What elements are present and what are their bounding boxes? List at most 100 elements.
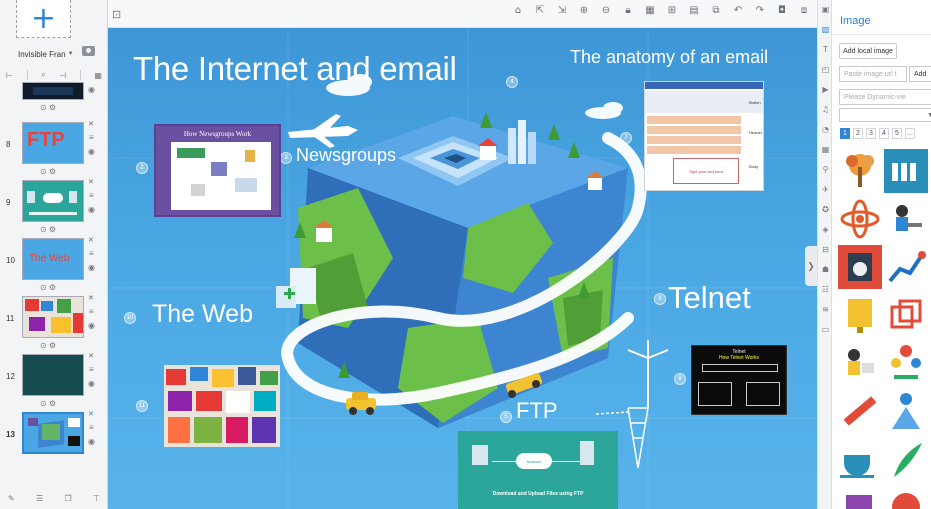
- gallery-item-dollar[interactable]: [884, 485, 928, 509]
- music-icon[interactable]: ♫: [818, 100, 833, 120]
- web-label[interactable]: The Web: [152, 300, 253, 329]
- eye-icon[interactable]: ◉: [88, 379, 95, 388]
- image-icon[interactable]: ▧: [818, 20, 833, 40]
- gallery-item-reader[interactable]: [838, 341, 882, 385]
- fit-view-icon[interactable]: ⊡: [112, 8, 121, 21]
- undo-icon[interactable]: ↶: [731, 5, 745, 16]
- menu-icon[interactable]: ≡: [89, 133, 94, 142]
- grid-icon[interactable]: ▦: [94, 71, 102, 80]
- camera-icon[interactable]: [82, 46, 95, 56]
- gallery-item-gift[interactable]: [838, 485, 882, 509]
- clothing-icon[interactable]: ☗: [818, 260, 833, 280]
- gallery-item-books[interactable]: [884, 149, 928, 193]
- frame-type-select[interactable]: Invisible Fran ▼: [18, 47, 76, 61]
- anatomy-title[interactable]: The anatomy of an email: [570, 47, 768, 68]
- pin-icon[interactable]: ⊤: [93, 494, 100, 506]
- next-path-icon[interactable]: ⇲: [555, 5, 569, 16]
- page-button[interactable]: ...: [905, 128, 915, 139]
- link-icon[interactable]: ⚲: [818, 160, 833, 180]
- path-marker[interactable]: 5: [500, 411, 512, 423]
- table-icon[interactable]: ▦: [818, 140, 833, 160]
- category-select[interactable]: ▼: [839, 108, 931, 122]
- lock-icon[interactable]: 🔒︎: [621, 5, 635, 16]
- add-slide-button[interactable]: +: [16, 0, 71, 38]
- close-icon[interactable]: ✕: [88, 352, 94, 360]
- align-right-icon[interactable]: ⊣: [59, 71, 66, 80]
- menu-icon[interactable]: ≡: [89, 423, 94, 432]
- slide-controls[interactable]: ⊙ ⚙: [40, 167, 56, 176]
- text-icon[interactable]: T: [818, 40, 833, 60]
- gallery-item-growth-chart[interactable]: [884, 245, 928, 289]
- fullscreen-icon[interactable]: ⧈: [797, 5, 811, 16]
- search-icon[interactable]: ⌕: [41, 70, 45, 80]
- copy-icon[interactable]: ❐: [65, 494, 72, 506]
- slide-controls[interactable]: ⊙ ⚙: [40, 225, 56, 234]
- gallery-item-cube-outline[interactable]: [884, 293, 928, 337]
- gallery-item-person-blue[interactable]: [884, 389, 928, 433]
- eye-icon[interactable]: ◉: [88, 321, 95, 330]
- redo-icon[interactable]: ↷: [753, 5, 767, 16]
- eye-icon[interactable]: ◉: [88, 147, 95, 156]
- close-icon[interactable]: ✕: [88, 236, 94, 244]
- plane-icon[interactable]: ✈: [818, 180, 833, 200]
- image-search-input[interactable]: Please Dynamic-vie: [839, 89, 931, 105]
- slide-thumb-7[interactable]: ◉ ⊙ ⚙: [0, 82, 100, 112]
- gallery-item-people[interactable]: [884, 341, 928, 385]
- layer-icon[interactable]: ▤: [687, 5, 701, 16]
- chart-icon[interactable]: ◔: [818, 120, 833, 140]
- path-marker[interactable]: 11: [136, 400, 148, 412]
- add-local-image-button[interactable]: Add local image: [839, 43, 897, 59]
- newsgroups-image[interactable]: How Newsgroups Work: [154, 124, 281, 217]
- ftp-label[interactable]: FTP: [516, 398, 558, 424]
- edit-icon[interactable]: ✎: [8, 494, 15, 506]
- slide-thumb-8[interactable]: 8 FTP ✕ ≡ ◉ ⊙ ⚙: [0, 120, 100, 176]
- page-button[interactable]: 3: [866, 128, 876, 139]
- eye-icon[interactable]: ◉: [88, 263, 95, 272]
- screenshot-icon[interactable]: ◘: [775, 5, 789, 16]
- page-button[interactable]: 2: [853, 128, 863, 139]
- gallery-item-atom[interactable]: [838, 197, 882, 241]
- newsgroups-label[interactable]: Newsgroups: [296, 145, 396, 166]
- eye-icon[interactable]: ◉: [88, 205, 95, 214]
- page-button[interactable]: 5: [892, 128, 902, 139]
- path-marker[interactable]: 6: [654, 293, 666, 305]
- path-marker[interactable]: 7: [620, 132, 632, 144]
- align-icon[interactable]: ⊞: [665, 5, 679, 16]
- email-anatomy-image[interactable]: Type your text here Button Header Body: [644, 81, 764, 191]
- slide-controls[interactable]: ⊙ ⚙: [40, 103, 56, 112]
- sticker-icon[interactable]: ◈: [818, 220, 833, 240]
- ftp-diagram-image[interactable]: Network Download and Upload Files using …: [458, 431, 618, 509]
- list-icon[interactable]: ☰: [36, 494, 43, 506]
- zoom-in-icon[interactable]: ⊕: [577, 5, 591, 16]
- shape-icon[interactable]: ◰: [818, 60, 833, 80]
- menu-icon[interactable]: ≡: [89, 249, 94, 258]
- layers-icon[interactable]: ≋: [818, 300, 833, 320]
- close-icon[interactable]: ✕: [88, 294, 94, 302]
- slide-controls[interactable]: ⊙ ⚙: [40, 283, 56, 292]
- gallery-item-tree-hand[interactable]: [838, 149, 882, 193]
- add-url-button[interactable]: Add: [909, 66, 931, 82]
- slide-thumb-12[interactable]: 12 ✕ ≡ ◉ ⊙ ⚙: [0, 352, 100, 408]
- slide-thumb-11[interactable]: 11 ✕ ≡ ◉ ⊙ ⚙: [0, 294, 100, 350]
- path-marker[interactable]: 4: [506, 76, 518, 88]
- path-marker[interactable]: 10: [124, 312, 136, 324]
- gallery-item-lamp[interactable]: [838, 293, 882, 337]
- home-icon[interactable]: ⌂: [511, 5, 525, 16]
- close-icon[interactable]: ✕: [88, 120, 94, 128]
- path-marker[interactable]: 3: [280, 152, 292, 164]
- page-button[interactable]: 4: [879, 128, 889, 139]
- path-marker[interactable]: 8: [674, 373, 686, 385]
- prev-path-icon[interactable]: ⇱: [533, 5, 547, 16]
- slide-thumb-9[interactable]: 9 ✕ ≡ ◉ ⊙ ⚙: [0, 178, 100, 234]
- align-left-icon[interactable]: ⊢: [6, 71, 13, 80]
- telnet-label[interactable]: Telnet: [668, 280, 751, 316]
- template-icon[interactable]: ⊟: [818, 240, 833, 260]
- gallery-item-feather[interactable]: [884, 437, 928, 481]
- frame-icon[interactable]: ▣: [818, 0, 833, 20]
- close-icon[interactable]: ✕: [88, 410, 94, 418]
- gallery-item-tea-cup[interactable]: [838, 437, 882, 481]
- zoom-out-icon[interactable]: ⊖: [599, 5, 613, 16]
- slide-thumb-13[interactable]: 13 ✕ ≡ ◉: [0, 410, 100, 456]
- slide-title[interactable]: The Internet and email: [133, 50, 457, 88]
- gallery-item-ruler[interactable]: [838, 389, 882, 433]
